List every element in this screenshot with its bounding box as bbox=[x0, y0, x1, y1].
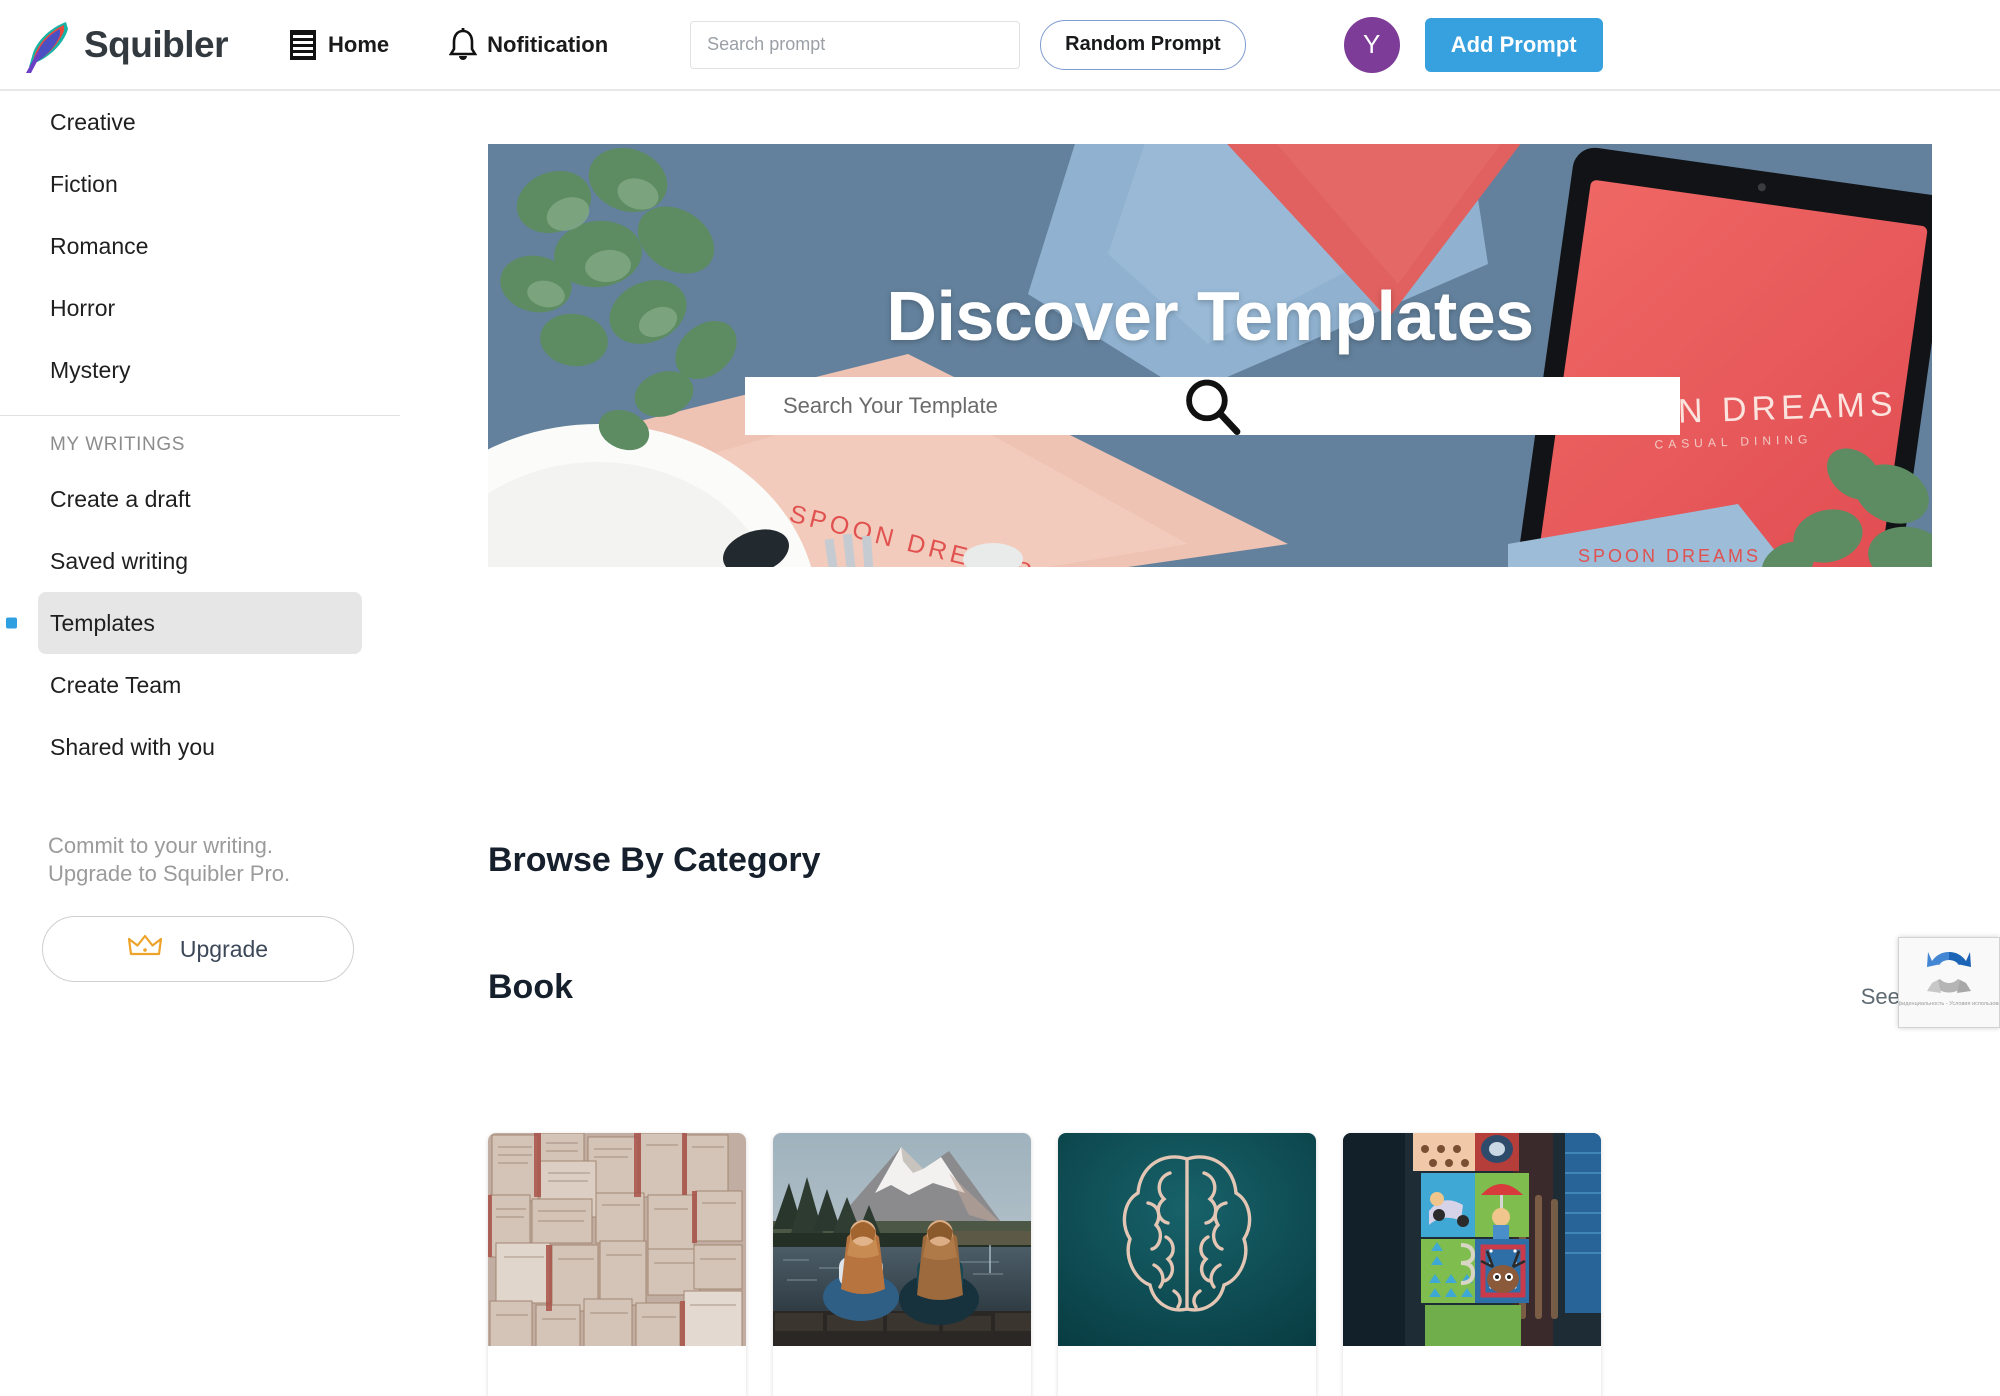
brand-name: Squibler bbox=[84, 23, 229, 65]
avatar[interactable]: Y bbox=[1343, 16, 1400, 73]
sidebar-item-shared-with-you[interactable]: Shared with you bbox=[0, 716, 400, 778]
svg-text:SPOON DREAMS: SPOON DREAMS bbox=[1578, 546, 1761, 566]
template-card[interactable] bbox=[1058, 1133, 1316, 1396]
hero-search-bar bbox=[745, 377, 1680, 435]
book-section-title: Book bbox=[488, 968, 573, 1006]
template-card[interactable] bbox=[773, 1133, 1031, 1396]
upgrade-button-label: Upgrade bbox=[179, 935, 269, 962]
sidebar-item-label: Create a draft bbox=[50, 485, 191, 512]
sidebar-section-title: MY WRITINGS bbox=[50, 434, 186, 455]
random-prompt-button[interactable]: Random Prompt bbox=[1040, 19, 1246, 70]
hero-banner: SPOON DREAMS SPOON DREAMS CASUAL DINING … bbox=[488, 144, 1932, 567]
card-body bbox=[773, 1346, 1031, 1396]
sidebar-item-horror[interactable]: Horror bbox=[0, 277, 400, 339]
template-card[interactable] bbox=[1343, 1133, 1601, 1396]
sidebar-item-creative[interactable]: Creative bbox=[0, 91, 400, 153]
sidebar-item-romance[interactable]: Romance bbox=[0, 215, 400, 277]
sidebar-item-saved-writing[interactable]: Saved writing bbox=[0, 530, 400, 592]
search-prompt-wrapper bbox=[690, 20, 1021, 69]
sidebar-item-templates[interactable]: Templates bbox=[6, 592, 362, 654]
add-prompt-button[interactable]: Add Prompt bbox=[1424, 17, 1603, 72]
sidebar-item-label: Templates bbox=[50, 609, 155, 636]
upgrade-button[interactable]: Upgrade bbox=[42, 916, 354, 983]
app-header: Squibler Home Nofitication Random Prompt bbox=[0, 0, 2000, 91]
template-card[interactable] bbox=[488, 1133, 746, 1396]
upgrade-upsell-text: Commit to your writing. Upgrade to Squib… bbox=[0, 832, 400, 888]
upsell-line-2: Upgrade to Squibler Pro. bbox=[48, 861, 291, 887]
card-body bbox=[488, 1346, 746, 1396]
colorful-toy-blocks-image bbox=[1343, 1133, 1601, 1346]
sidebar-item-label: Create Team bbox=[50, 671, 182, 698]
upsell-line-1: Commit to your writing. bbox=[48, 833, 273, 858]
sidebar-item-label: Shared with you bbox=[50, 733, 215, 760]
sidebar-item-label: Creative bbox=[50, 108, 136, 135]
nav-item-home[interactable]: Home bbox=[288, 28, 389, 62]
sidebar-item-mystery[interactable]: Mystery bbox=[0, 339, 400, 401]
open-books-wall-image bbox=[488, 1133, 746, 1346]
nav-item-notification-label: Nofitication bbox=[487, 31, 609, 57]
sidebar: Creative Fiction Romance Horror Mystery … bbox=[0, 91, 400, 1396]
two-friends-mountain-lake-image bbox=[773, 1133, 1031, 1346]
sidebar-divider bbox=[0, 415, 400, 416]
recaptcha-icon bbox=[1923, 946, 1975, 998]
search-prompt-input[interactable] bbox=[690, 20, 1021, 69]
sidebar-item-label: Fiction bbox=[50, 170, 118, 197]
card-body bbox=[1343, 1346, 1601, 1396]
brain-illustration-image bbox=[1058, 1133, 1316, 1346]
nav-item-home-label: Home bbox=[328, 31, 390, 57]
crown-icon bbox=[127, 933, 162, 965]
template-card-grid bbox=[488, 1133, 1601, 1396]
home-icon bbox=[288, 28, 318, 62]
sidebar-item-label: Romance bbox=[50, 232, 149, 259]
main-content: SPOON DREAMS SPOON DREAMS CASUAL DINING … bbox=[400, 91, 2000, 1396]
hero-title: Discover Templates bbox=[886, 277, 1534, 355]
brand-logo-link[interactable]: Squibler bbox=[22, 17, 229, 73]
sidebar-item-create-team[interactable]: Create Team bbox=[0, 654, 400, 716]
active-indicator-icon bbox=[6, 617, 17, 629]
recaptcha-label: Конфиденциальность - Условия использован… bbox=[1899, 1001, 1999, 1007]
sidebar-item-fiction[interactable]: Fiction bbox=[0, 153, 400, 215]
quill-feather-icon bbox=[22, 17, 74, 73]
nav-item-notification[interactable]: Nofitication bbox=[448, 27, 609, 62]
sidebar-item-label: Saved writing bbox=[50, 547, 189, 574]
sidebar-item-label: Mystery bbox=[50, 356, 131, 383]
card-body bbox=[1058, 1346, 1316, 1396]
avatar-initial: Y bbox=[1363, 29, 1381, 59]
browse-by-category-title: Browse By Category bbox=[488, 841, 821, 879]
bell-icon bbox=[448, 27, 478, 62]
sidebar-item-label: Horror bbox=[50, 294, 116, 321]
recaptcha-badge[interactable]: Конфиденциальность - Условия использован… bbox=[1898, 937, 2000, 1028]
sidebar-item-create-a-draft[interactable]: Create a draft bbox=[0, 468, 400, 530]
